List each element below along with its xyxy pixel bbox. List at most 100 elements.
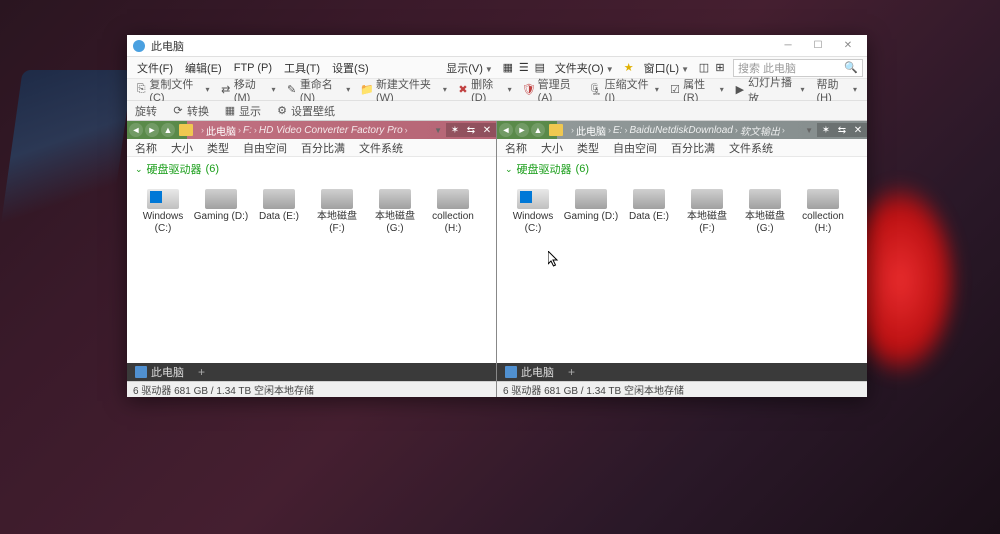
layout-icon-2[interactable]: ⊞ bbox=[713, 61, 727, 75]
path-folder[interactable]: HD Video Converter Factory Pro bbox=[259, 125, 403, 136]
path-root[interactable]: 此电脑 bbox=[576, 123, 606, 138]
minimize-button[interactable]: ─ bbox=[773, 36, 803, 56]
path-f2[interactable]: 软文输出 bbox=[740, 123, 780, 138]
drive-item[interactable]: collection (H:) bbox=[795, 185, 851, 239]
left-addressbar: ◄ ► ▲ › 此电脑 › F: › HD Video Converter Fa… bbox=[127, 121, 496, 139]
col-fs[interactable]: 文件系统 bbox=[729, 140, 773, 156]
drive-item[interactable]: 本地磁盘 (F:) bbox=[309, 185, 365, 239]
newfolder-icon: 📁 bbox=[360, 83, 374, 97]
left-tab[interactable]: 此电脑 bbox=[127, 363, 192, 381]
col-free[interactable]: 自由空间 bbox=[243, 140, 287, 156]
path-f1[interactable]: BaiduNetdiskDownload bbox=[629, 125, 732, 136]
col-name[interactable]: 名称 bbox=[505, 140, 527, 156]
slideshow-icon: ▶ bbox=[734, 83, 746, 97]
view-icon-2[interactable]: ☰ bbox=[517, 61, 531, 75]
col-free[interactable]: 自由空间 bbox=[613, 140, 657, 156]
right-column-headers: 名称 大小 类型 自由空间 百分比满 文件系统 bbox=[497, 139, 867, 157]
addr-star-icon[interactable]: ✶ bbox=[819, 123, 833, 137]
chevron-right-icon: › bbox=[201, 125, 204, 135]
col-fs[interactable]: 文件系统 bbox=[359, 140, 403, 156]
drive-label: 本地磁盘 (F:) bbox=[309, 211, 365, 235]
drive-group-header[interactable]: ⌄ 硬盘驱动器 (6) bbox=[497, 157, 867, 181]
col-size[interactable]: 大小 bbox=[171, 140, 193, 156]
view-icon-3[interactable]: ▤ bbox=[533, 61, 547, 75]
drive-item[interactable]: Data (E:) bbox=[251, 185, 307, 239]
col-type[interactable]: 类型 bbox=[207, 140, 229, 156]
hdd-drive-icon bbox=[575, 189, 607, 209]
layout-icon-1[interactable]: ◫ bbox=[697, 61, 711, 75]
wallpaper-button[interactable]: ⚙设置壁纸 bbox=[271, 101, 339, 121]
view-icon-1[interactable]: ▦ bbox=[501, 61, 515, 75]
col-type[interactable]: 类型 bbox=[577, 140, 599, 156]
addr-lock-icon[interactable]: ⇆ bbox=[464, 123, 478, 137]
close-button[interactable]: ✕ bbox=[833, 36, 863, 56]
chevron-down-icon: ▾ bbox=[346, 85, 350, 94]
pc-icon bbox=[135, 366, 147, 378]
titlebar[interactable]: 此电脑 ─ ☐ ✕ bbox=[127, 35, 867, 57]
drive-label: Windows (C:) bbox=[505, 211, 561, 235]
right-statusbar: 6 驱动器 681 GB / 1.34 TB 空闲本地存储 bbox=[497, 381, 867, 397]
hdd-drive-icon bbox=[437, 189, 469, 209]
add-tab-button[interactable]: + bbox=[192, 365, 211, 379]
spin-button[interactable]: 旋转 bbox=[131, 101, 161, 121]
nav-up-button[interactable]: ▲ bbox=[531, 123, 545, 137]
drive-item[interactable]: Windows (C:) bbox=[505, 185, 561, 239]
right-tab[interactable]: 此电脑 bbox=[497, 363, 562, 381]
chevron-right-icon: › bbox=[735, 125, 738, 135]
folder-icon[interactable] bbox=[549, 124, 563, 136]
drive-item[interactable]: Gaming (D:) bbox=[563, 185, 619, 239]
maximize-button[interactable]: ☐ bbox=[803, 36, 833, 56]
col-size[interactable]: 大小 bbox=[541, 140, 563, 156]
path-root[interactable]: 此电脑 bbox=[206, 123, 236, 138]
nav-forward-button[interactable]: ► bbox=[145, 123, 159, 137]
drive-item[interactable]: 本地磁盘 (F:) bbox=[679, 185, 735, 239]
drive-item[interactable]: Gaming (D:) bbox=[193, 185, 249, 239]
drive-item[interactable]: Data (E:) bbox=[621, 185, 677, 239]
tab-label: 此电脑 bbox=[521, 364, 554, 380]
path-drive[interactable]: E: bbox=[613, 125, 622, 136]
chevron-down-icon: ▾ bbox=[800, 85, 804, 94]
pc-icon bbox=[505, 366, 517, 378]
hdd-drive-icon bbox=[379, 189, 411, 209]
chevron-down-icon: ▾ bbox=[655, 85, 659, 94]
drive-label: 本地磁盘 (G:) bbox=[737, 211, 793, 235]
drive-item[interactable]: 本地磁盘 (G:) bbox=[367, 185, 423, 239]
drive-item[interactable]: Windows (C:) bbox=[135, 185, 191, 239]
hdd-drive-icon bbox=[205, 189, 237, 209]
addr-star-icon[interactable]: ✶ bbox=[448, 123, 462, 137]
addr-close-icon[interactable]: ✕ bbox=[480, 123, 494, 137]
show-button[interactable]: ▦显示 bbox=[219, 101, 265, 121]
drive-group-header[interactable]: ⌄ 硬盘驱动器 (6) bbox=[127, 157, 496, 181]
nav-back-button[interactable]: ◄ bbox=[499, 123, 513, 137]
star-icon[interactable]: ★ bbox=[622, 61, 636, 75]
convert-icon: ⟳ bbox=[171, 104, 185, 118]
left-statusbar: 6 驱动器 681 GB / 1.34 TB 空闲本地存储 bbox=[127, 381, 496, 397]
drive-item[interactable]: collection (H:) bbox=[425, 185, 481, 239]
col-percent[interactable]: 百分比满 bbox=[301, 140, 345, 156]
folder-icon[interactable] bbox=[179, 124, 193, 136]
chevron-down-icon: ▼ bbox=[681, 65, 689, 74]
chevron-down-icon: ▼ bbox=[485, 65, 493, 74]
compress-icon: 🗜 bbox=[589, 83, 603, 97]
add-tab-button[interactable]: + bbox=[562, 365, 581, 379]
nav-up-button[interactable]: ▲ bbox=[161, 123, 175, 137]
nav-back-button[interactable]: ◄ bbox=[129, 123, 143, 137]
convert-button[interactable]: ⟳转换 bbox=[167, 101, 213, 121]
delete-icon: ✖ bbox=[457, 83, 469, 97]
group-count: (6) bbox=[576, 163, 589, 175]
drive-label: Data (E:) bbox=[259, 211, 299, 223]
addr-lock-icon[interactable]: ⇆ bbox=[835, 123, 849, 137]
col-name[interactable]: 名称 bbox=[135, 140, 157, 156]
addr-close-icon[interactable]: ✕ bbox=[851, 123, 865, 137]
nav-forward-button[interactable]: ► bbox=[515, 123, 529, 137]
col-percent[interactable]: 百分比满 bbox=[671, 140, 715, 156]
path-dropdown[interactable]: ▼ bbox=[430, 126, 446, 135]
path-drive[interactable]: F: bbox=[243, 125, 252, 136]
copy-icon: ⎘ bbox=[135, 83, 147, 97]
path-dropdown[interactable]: ▼ bbox=[801, 126, 817, 135]
chevron-right-icon: › bbox=[571, 125, 574, 135]
chevron-down-icon: ▾ bbox=[272, 85, 276, 94]
drive-label: Gaming (D:) bbox=[194, 211, 248, 223]
search-icon[interactable]: 🔍 bbox=[844, 61, 858, 74]
drive-item[interactable]: 本地磁盘 (G:) bbox=[737, 185, 793, 239]
